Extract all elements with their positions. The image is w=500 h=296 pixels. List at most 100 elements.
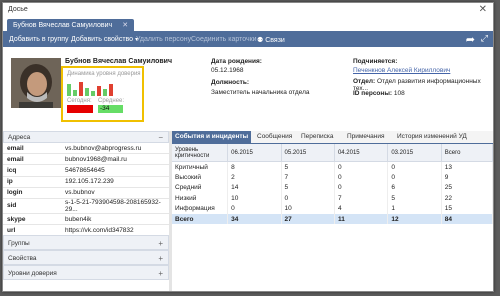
trust-today-value bbox=[67, 105, 93, 113]
add-property-button[interactable]: Добавить свойство ▾ bbox=[71, 36, 138, 43]
table-cell: 1 bbox=[387, 203, 442, 214]
table-cell: 22 bbox=[441, 193, 493, 204]
links-icon: ⚉ bbox=[257, 37, 264, 44]
address-row[interactable]: icq 54678654645 bbox=[3, 164, 169, 177]
total-cell: 34 bbox=[227, 213, 282, 225]
right-tabs: События и инциденты Сообщения Переписка … bbox=[172, 131, 493, 144]
tab-notes[interactable]: Примечания bbox=[344, 131, 388, 143]
tab-close-icon[interactable]: ✕ bbox=[122, 22, 128, 29]
groups-title: Группы bbox=[8, 240, 30, 247]
column-header[interactable]: 04.2015 bbox=[334, 144, 389, 162]
addresses-header[interactable]: Адреса − bbox=[3, 131, 169, 143]
trust-dynamics-widget[interactable]: Динамика уровня доверия Сегодня: Среднее… bbox=[61, 66, 144, 122]
window-titlebar: Досье ✕ bbox=[3, 3, 493, 17]
tab-trust-history[interactable]: История изменений УД bbox=[394, 131, 470, 143]
address-row[interactable]: login vs.bubnov bbox=[3, 187, 169, 199]
address-key: email bbox=[3, 143, 61, 155]
total-cell: 12 bbox=[387, 213, 442, 225]
table-row[interactable]: Критичный 8 5 0 0 13 bbox=[172, 161, 493, 173]
tab-bar: Бубнов Вячеслав Самуилович ✕ bbox=[3, 17, 493, 32]
expand-section-icon[interactable]: + bbox=[158, 251, 163, 266]
column-header[interactable]: Уровень критичности bbox=[172, 144, 229, 162]
table-row[interactable]: Средний 14 5 0 6 25 bbox=[172, 182, 493, 194]
expand-section-icon[interactable]: + bbox=[158, 266, 163, 281]
birth-value: 05.12.1968 bbox=[211, 67, 244, 74]
table-cell: 5 bbox=[387, 193, 442, 204]
table-row[interactable]: Низкий 10 0 7 5 22 bbox=[172, 193, 493, 204]
address-row[interactable]: email vs.bubnov@abprogress.ru bbox=[3, 143, 169, 155]
addresses-table: email vs.bubnov@abprogress.ru email bubnov1… bbox=[3, 143, 169, 237]
address-row[interactable]: email bubnov1968@mail.ru bbox=[3, 153, 169, 166]
table-cell: 0 bbox=[334, 172, 389, 183]
address-value: bubnov1968@mail.ru bbox=[61, 153, 169, 166]
dossier-window: Досье ✕ Бубнов Вячеслав Самуилович ✕ Доба… bbox=[2, 2, 494, 292]
address-row[interactable]: sid s-1-5-21-793904598-208165932-29... bbox=[3, 198, 169, 214]
address-row[interactable]: ip 192.105.172.239 bbox=[3, 176, 169, 188]
trust-levels-section[interactable]: Уровни доверия + bbox=[3, 265, 169, 280]
table-row[interactable]: Высокий 2 7 0 0 9 bbox=[172, 172, 493, 183]
properties-title: Свойства bbox=[8, 255, 37, 262]
toolbar: Добавить в группу Добавить свойство ▾ Уда… bbox=[3, 32, 493, 47]
tab-messages[interactable]: Сообщения bbox=[254, 131, 295, 143]
merge-cards-button[interactable]: Соединить карточки bbox=[191, 36, 257, 43]
add-to-group-button[interactable]: Добавить в группу bbox=[9, 36, 69, 43]
address-row[interactable]: skype buben4ik bbox=[3, 213, 169, 226]
column-header[interactable]: 03.2015 bbox=[387, 144, 442, 162]
table-cell: 0 bbox=[387, 161, 442, 173]
collapse-icon[interactable]: − bbox=[158, 132, 163, 144]
address-value: vs.bubnov bbox=[61, 187, 169, 199]
links-button[interactable]: ⚉ Связи bbox=[257, 36, 285, 44]
address-key: login bbox=[3, 187, 61, 199]
tab-events[interactable]: События и инциденты bbox=[172, 131, 252, 143]
trust-levels-title: Уровни доверия bbox=[8, 270, 57, 277]
table-cell: 0 bbox=[227, 203, 282, 214]
table-cell: 14 bbox=[227, 182, 282, 194]
table-cell: 4 bbox=[334, 203, 389, 214]
close-icon[interactable]: ✕ bbox=[479, 4, 487, 15]
total-row[interactable]: Всего 34 27 11 12 84 bbox=[172, 213, 493, 225]
trust-avg-label: Среднее: bbox=[98, 98, 125, 104]
trust-bar bbox=[109, 84, 113, 96]
column-header[interactable]: 05.2015 bbox=[281, 144, 335, 162]
delete-person-button[interactable]: Удалить персону bbox=[136, 36, 191, 43]
table-cell: 0 bbox=[334, 161, 389, 173]
table-cell: 5 bbox=[281, 182, 335, 194]
tab-person[interactable]: Бубнов Вячеслав Самуилович ✕ bbox=[7, 19, 135, 31]
profile-panel: Бубнов Вячеслав Самуилович Динамика уров… bbox=[3, 46, 493, 128]
table-cell: 6 bbox=[387, 182, 442, 194]
address-value: buben4ik bbox=[61, 213, 169, 226]
groups-section[interactable]: Группы + bbox=[3, 235, 169, 250]
add-property-label: Добавить свойство bbox=[71, 36, 134, 43]
address-key: icq bbox=[3, 164, 61, 177]
id-field: ID персоны: 108 bbox=[353, 90, 405, 97]
trust-bar bbox=[97, 86, 101, 96]
table-cell: 25 bbox=[441, 182, 493, 194]
properties-section[interactable]: Свойства + bbox=[3, 250, 169, 265]
column-header[interactable]: 06.2015 bbox=[227, 144, 282, 162]
portrait-image bbox=[11, 58, 61, 108]
table-cell: 15 bbox=[441, 203, 493, 214]
trust-bar bbox=[85, 88, 89, 96]
trust-bar bbox=[67, 84, 71, 96]
share-arrow-icon[interactable]: ➦ bbox=[466, 33, 475, 46]
table-cell: 13 bbox=[441, 161, 493, 173]
table-row[interactable]: Информация 0 10 4 1 15 bbox=[172, 203, 493, 214]
table-cell: 10 bbox=[281, 203, 335, 214]
events-table: Уровень критичности 06.2015 05.2015 04.2015… bbox=[172, 144, 493, 225]
table-cell: Средний bbox=[172, 182, 229, 194]
total-cell: 84 bbox=[441, 213, 493, 225]
address-value: 192.105.172.239 bbox=[61, 176, 169, 188]
total-cell: 27 bbox=[281, 213, 335, 225]
expand-section-icon[interactable]: + bbox=[158, 236, 163, 251]
person-name: Бубнов Вячеслав Самуилович bbox=[65, 58, 173, 65]
trust-bars bbox=[67, 80, 122, 96]
tab-correspondence[interactable]: Переписка bbox=[298, 131, 337, 143]
expand-icon[interactable]: ⤢ bbox=[481, 33, 488, 44]
column-header[interactable]: Всего bbox=[441, 144, 493, 162]
table-cell: 7 bbox=[334, 193, 389, 204]
trust-today-label: Сегодня: bbox=[67, 98, 92, 104]
trust-bar bbox=[73, 90, 77, 96]
tab-person-label: Бубнов Вячеслав Самуилович bbox=[13, 22, 113, 29]
right-panel: События и инциденты Сообщения Переписка … bbox=[172, 131, 493, 291]
subordinate-link[interactable]: Печенкнов Алексей Кириллович bbox=[353, 67, 450, 74]
